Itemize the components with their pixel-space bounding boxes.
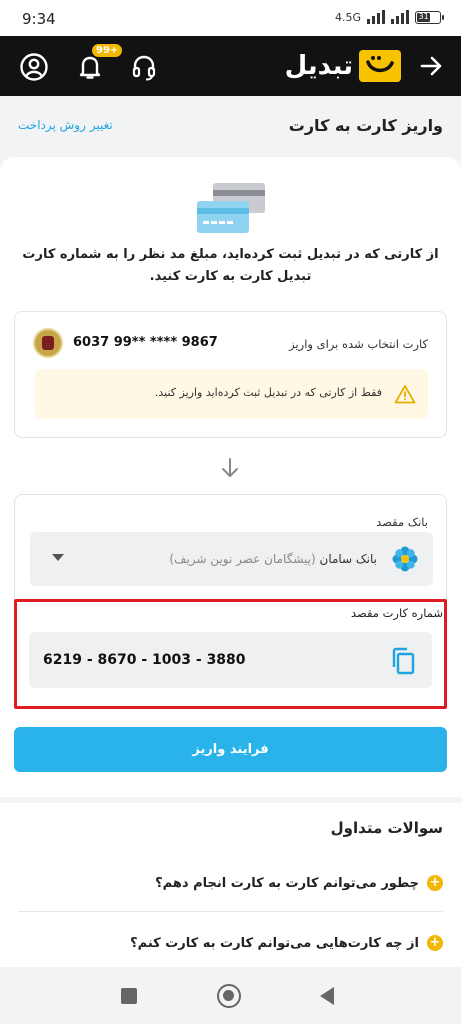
destination-bank-name: بانک سامان (پیشگامان عصر نوین شریف): [169, 552, 377, 566]
copy-icon[interactable]: [390, 647, 416, 675]
page-title: واریز کارت به کارت: [288, 116, 443, 135]
submit-deposit-button[interactable]: فرایند واریز: [14, 727, 447, 772]
network-label: 4.5G: [334, 10, 361, 24]
status-indicators: 4.5G 31: [334, 10, 444, 24]
status-time: 9:34: [22, 10, 56, 28]
source-card-box: کارت انتخاب شده برای واریز 6037 99** ***…: [14, 311, 447, 438]
cards-illustration-icon: [197, 183, 265, 233]
melli-bank-logo-icon: [33, 328, 63, 358]
change-payment-method-link[interactable]: تغییر روش پرداخت: [18, 118, 113, 132]
faq-question: از چه کارت‌هایی می‌توانم کارت به کارت کن…: [130, 935, 419, 951]
faq-item[interactable]: + از چه کارت‌هایی می‌توانم کارت به کارت …: [130, 931, 443, 955]
divider: [18, 911, 443, 912]
status-bar: 9:34 4.5G 31: [0, 0, 461, 36]
system-nav-bar: [0, 967, 461, 1024]
destination-bank-label: بانک مقصد: [376, 515, 428, 529]
headset-icon[interactable]: [128, 51, 160, 83]
saman-bank-logo-icon: [392, 546, 418, 572]
profile-icon[interactable]: [18, 51, 50, 83]
battery-icon: 31: [415, 10, 444, 24]
chevron-down-icon: [52, 554, 64, 561]
brand-logo-icon: [359, 50, 401, 82]
faq-title: سوالات متداول: [330, 819, 443, 837]
brand-name: تبدیل: [284, 51, 353, 81]
intro-text: از کارتی که در تبدیل ثبت کرده‌اید، مبلغ …: [22, 247, 439, 284]
plus-icon: +: [427, 875, 443, 891]
page-header: واریز کارت به کارت تغییر روش پرداخت: [0, 96, 461, 156]
warning-box: فقط از کارتی که در تبدیل ثبت کرده‌اید وا…: [35, 369, 428, 419]
warning-text: فقط از کارتی که در تبدیل ثبت کرده‌اید وا…: [154, 386, 382, 399]
brand: تبدیل: [285, 50, 401, 82]
destination-bank-select[interactable]: بانک سامان (پیشگامان عصر نوین شریف): [30, 532, 433, 586]
back-button-icon[interactable]: [320, 987, 334, 1005]
faq-item[interactable]: + چطور می‌توانم کارت به کارت انجام دهم؟: [155, 871, 443, 895]
destination-card-field: 6219 - 8670 - 1003 - 3880: [29, 632, 432, 688]
plus-icon: +: [427, 935, 443, 951]
faq-section: سوالات متداول + چطور می‌توانم کارت به کا…: [0, 797, 461, 967]
home-button-icon[interactable]: [217, 984, 241, 1008]
destination-card-label: شماره کارت مقصد: [350, 606, 443, 620]
warning-icon: [394, 385, 416, 404]
arrow-down-icon: [222, 458, 238, 477]
signal-icon-2: [391, 10, 409, 24]
source-card-number: 6037 99** **** 9867: [73, 335, 218, 350]
notification-badge: 99+: [92, 44, 123, 57]
recents-button-icon[interactable]: [121, 988, 137, 1004]
faq-question: چطور می‌توانم کارت به کارت انجام دهم؟: [155, 875, 419, 891]
back-arrow-icon[interactable]: [417, 52, 445, 80]
signal-icon: [367, 10, 385, 24]
source-card-label: کارت انتخاب شده برای واریز: [289, 337, 428, 351]
destination-card-number: 6219 - 8670 - 1003 - 3880: [43, 652, 246, 668]
